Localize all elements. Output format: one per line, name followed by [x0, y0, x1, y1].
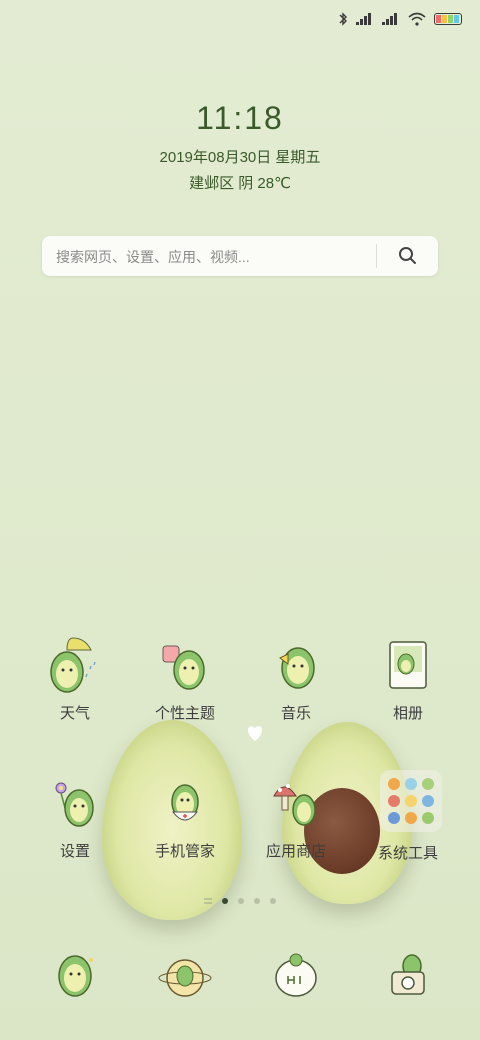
app-label: 天气	[59, 705, 90, 722]
dock-camera[interactable]	[358, 946, 458, 1006]
heart-icon	[247, 726, 263, 741]
app-label: 个性主题	[154, 705, 215, 722]
app-label: 相册	[392, 705, 423, 722]
app-store-avocado-icon	[266, 774, 326, 834]
weather-info[interactable]: 建邺区 阴 28℃	[0, 172, 480, 193]
search-bar[interactable]: 搜索网页、设置、应用、视频...	[42, 236, 438, 276]
system-tools-folder-icon[interactable]	[380, 770, 442, 832]
app-gallery[interactable]: 相册	[358, 636, 458, 723]
weather-avocado-icon	[45, 636, 105, 696]
app-app-store[interactable]: 应用商店	[246, 774, 346, 861]
search-icon[interactable]	[396, 244, 420, 268]
app-system-tools[interactable]: 系统工具	[358, 838, 458, 863]
menu-lines-icon	[204, 898, 212, 904]
search-input[interactable]: 搜索网页、设置、应用、视频...	[56, 247, 250, 267]
dock-contacts[interactable]	[135, 946, 235, 1006]
wifi-icon	[408, 12, 426, 26]
phone-manager-avocado-icon	[155, 774, 215, 834]
app-settings[interactable]: 设置	[25, 774, 125, 861]
app-label: 系统工具	[377, 845, 438, 862]
music-avocado-icon	[266, 636, 326, 696]
page-dot[interactable]	[222, 898, 228, 904]
dock-phone[interactable]	[25, 946, 125, 1006]
themes-avocado-icon	[155, 636, 215, 696]
signal-icon	[382, 13, 400, 25]
app-label: 设置	[59, 843, 90, 860]
clock-time[interactable]: 11:18	[0, 100, 480, 137]
app-label: 音乐	[280, 705, 311, 722]
clock-date[interactable]: 2019年08月30日 星期五	[0, 146, 480, 167]
page-dot[interactable]	[254, 898, 260, 904]
app-weather[interactable]: 天气	[25, 636, 125, 723]
dock-messages[interactable]	[246, 946, 346, 1006]
phone-avocado-icon	[45, 946, 105, 1006]
page-dot[interactable]	[238, 898, 244, 904]
app-themes[interactable]: 个性主题	[135, 636, 235, 723]
app-music[interactable]: 音乐	[246, 636, 346, 723]
page-indicator[interactable]	[0, 898, 480, 904]
battery-icon	[434, 13, 462, 25]
bluetooth-icon	[339, 12, 347, 26]
app-label: 应用商店	[265, 843, 326, 860]
app-phone-manager[interactable]: 手机管家	[135, 774, 235, 861]
messages-avocado-icon	[266, 946, 326, 1006]
gallery-avocado-icon	[378, 636, 438, 696]
signal-icon	[356, 13, 374, 25]
app-label: 手机管家	[154, 843, 215, 860]
settings-avocado-icon	[45, 774, 105, 834]
contacts-avocado-icon	[155, 946, 215, 1006]
page-dot[interactable]	[270, 898, 276, 904]
camera-avocado-icon	[378, 946, 438, 1006]
status-bar	[0, 0, 480, 40]
search-divider	[376, 244, 377, 268]
